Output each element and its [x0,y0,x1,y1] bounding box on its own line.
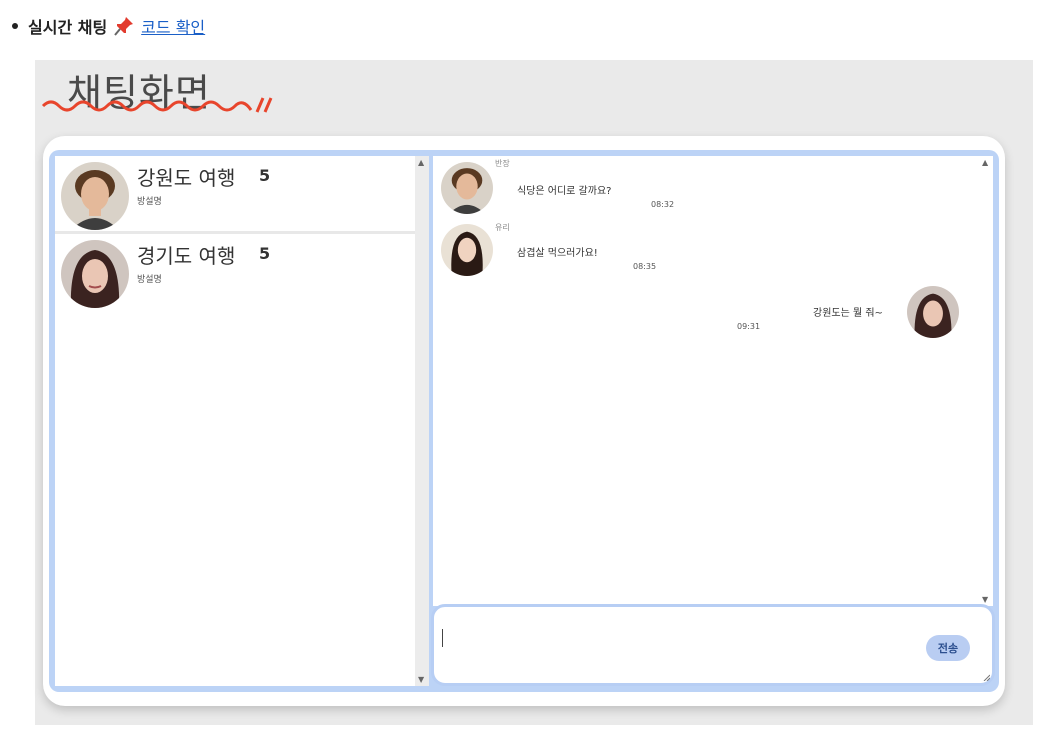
resize-grip-icon[interactable] [982,673,990,681]
code-link[interactable]: 코드 확인 [141,14,205,38]
room-member-count: 5 [259,166,271,185]
message-received: 유리 삼겹살 먹으러가요! 08:35 [441,222,741,282]
room-title: 강원도 여행 [137,166,236,190]
room-description: 방설명 [137,275,162,285]
message-time: 08:35 [633,262,657,271]
bullet-item: 실시간 채팅 코드 확인 [12,14,205,38]
message-list[interactable]: 반장 식당은 어디로 갈까요? 08:32 유리 삼겹살 먹으러가요! 08:3… [433,156,979,606]
message-list-scrollbar[interactable]: ▲ ▼ [979,156,993,606]
avatar [907,286,959,338]
room-item[interactable]: 경기도 여행 5 방설명 [55,234,415,312]
sender-name: 반장 [495,159,510,168]
room-list-scrollbar[interactable]: ▲ ▼ [415,156,429,686]
sender-name: 유리 [495,223,510,232]
avatar [441,224,493,276]
pushpin-icon [113,15,135,37]
message-received: 반장 식당은 어디로 갈까요? 08:32 [441,158,741,218]
message-time: 08:32 [651,200,675,209]
bullet-label: 실시간 채팅 [28,18,108,37]
avatar [61,162,129,230]
avatar [61,240,129,308]
text-caret [442,629,443,647]
room-description: 방설명 [137,197,162,207]
scroll-down-icon[interactable]: ▼ [982,595,988,604]
message-text: 강원도는 뭘 줘~ [813,308,883,319]
message-input[interactable]: 전송 [431,604,995,686]
message-text: 삼겹살 먹으러가요! [517,248,598,259]
chat-screenshot: 채팅화면 강원도 여행 5 방설명 경기도 여행 5 방설명 ▲ ▼ 반장 식당… [35,60,1033,725]
send-button[interactable]: 전송 [926,635,970,661]
room-item[interactable]: 강원도 여행 5 방설명 [55,156,415,234]
scroll-down-icon[interactable]: ▼ [418,675,424,684]
scroll-up-icon[interactable]: ▲ [418,158,424,167]
room-list[interactable]: 강원도 여행 5 방설명 경기도 여행 5 방설명 [55,156,415,686]
room-member-count: 5 [259,244,271,263]
chat-card: 강원도 여행 5 방설명 경기도 여행 5 방설명 ▲ ▼ 반장 식당은 어디로… [43,136,1005,706]
chat-frame: 강원도 여행 5 방설명 경기도 여행 5 방설명 ▲ ▼ 반장 식당은 어디로… [49,150,999,692]
scroll-up-icon[interactable]: ▲ [982,158,988,167]
message-text: 식당은 어디로 갈까요? [517,186,612,197]
message-time: 09:31 [737,322,761,331]
message-sent: 09:31 강원도는 뭘 줘~ [733,286,973,346]
avatar [441,162,493,214]
bullet-dot [12,23,18,29]
room-title: 경기도 여행 [137,244,236,268]
squiggle-underline [41,97,273,113]
